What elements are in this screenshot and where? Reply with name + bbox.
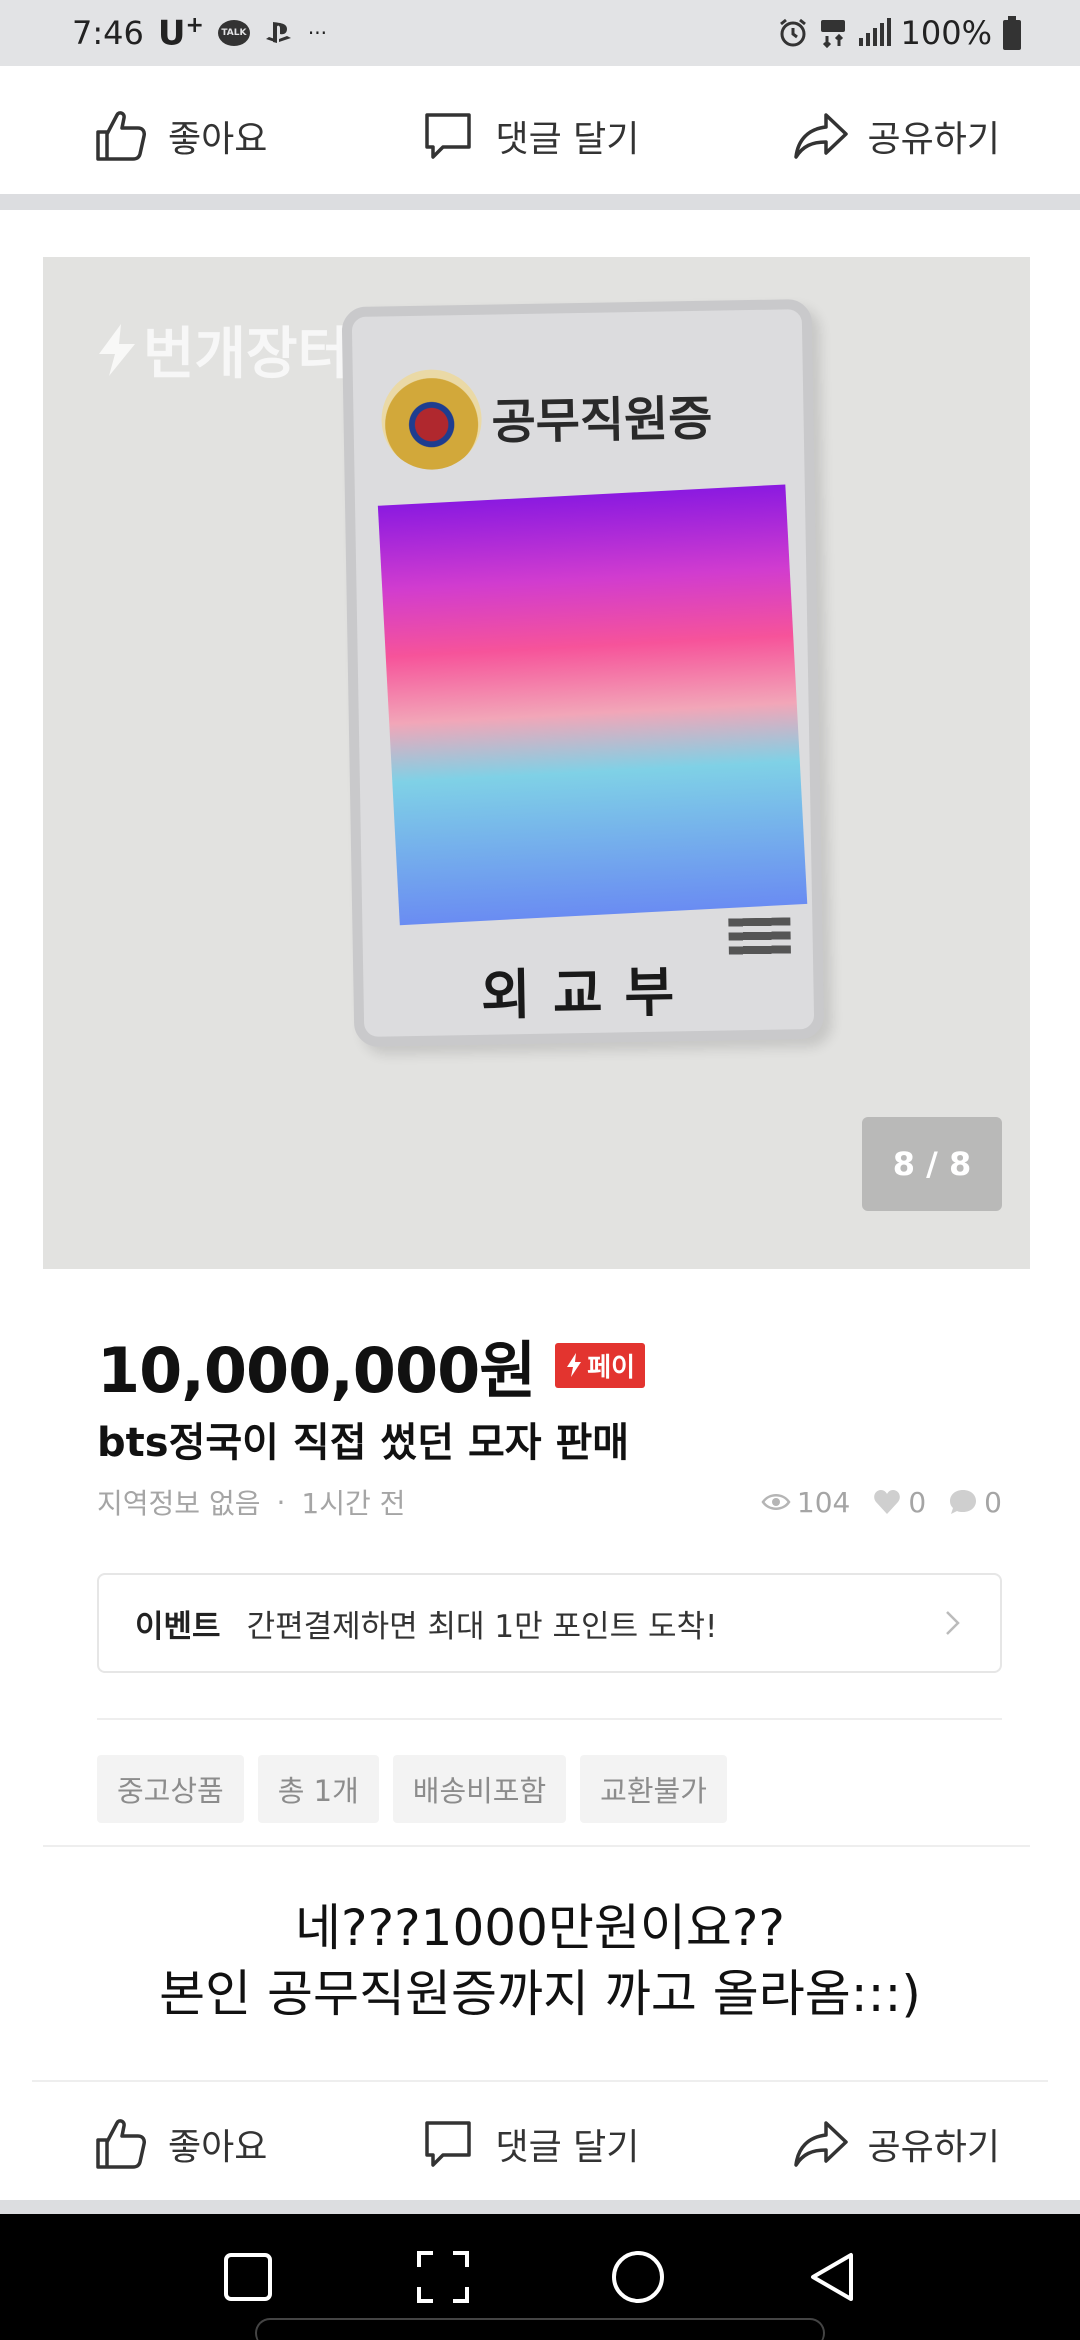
chevron-right-icon <box>946 1611 960 1635</box>
divider-line <box>43 1845 1030 1847</box>
chat-count: 0 <box>948 1486 1002 1519</box>
event-label: 이벤트 <box>135 1608 221 1645</box>
id-card-photo-censored <box>377 484 808 926</box>
signal-icon <box>857 18 891 48</box>
section-divider <box>0 194 1080 210</box>
share-button-bottom[interactable]: 공유하기 <box>792 2115 1000 2173</box>
event-text: 간편결제하면 최대 1만 포인트 도착! <box>246 1608 718 1645</box>
divider-line <box>97 1718 1002 1720</box>
alarm-icon <box>777 17 809 49</box>
battery-percent: 100% <box>900 14 992 52</box>
lte-icon <box>819 17 847 49</box>
comment-icon <box>425 2121 472 2167</box>
comment-button-top[interactable]: 댓글 달기 <box>419 107 639 165</box>
share-arrow-icon <box>793 113 848 159</box>
status-time: 7:46 <box>72 13 144 52</box>
event-banner[interactable]: 이벤트 간편결제하면 최대 1만 포인트 도착! <box>97 1573 1002 1673</box>
comment-label: 댓글 달기 <box>495 2127 640 2168</box>
tag-exchange: 교환불가 <box>580 1755 727 1823</box>
comment-label: 댓글 달기 <box>495 119 640 160</box>
comment-icon <box>425 113 472 159</box>
listing-title: bts정국이 직접 썼던 모자 판매 <box>97 1420 630 1466</box>
pay-lightning-icon <box>567 1353 582 1377</box>
tag-quantity: 총 1개 <box>257 1755 379 1823</box>
view-count-value: 104 <box>796 1485 851 1519</box>
status-right: 100% <box>777 14 1022 52</box>
like-button-top[interactable]: 좋아요 <box>92 107 267 165</box>
square-icon <box>223 2253 272 2301</box>
product-photo[interactable]: 번개장터 공무직원증 외교부 8 / 8 <box>43 257 1030 1269</box>
lightning-icon <box>99 323 135 376</box>
image-page-counter: 8 / 8 <box>862 1117 1002 1211</box>
view-count: 104 <box>761 1486 850 1519</box>
watermark-text: 번개장터 <box>143 322 350 387</box>
carrier-plus: + <box>185 12 204 38</box>
gesture-hint-bar <box>255 2318 825 2340</box>
carrier-logo: U+ <box>158 13 204 53</box>
status-left: 7:46 U+ TALK ··· <box>72 13 327 53</box>
tag-condition: 중고상품 <box>97 1755 244 1823</box>
meta-separator: · <box>276 1485 286 1519</box>
price: 10,000,000원 <box>97 1334 536 1407</box>
recent-apps-button[interactable] <box>213 2242 283 2312</box>
top-action-bar: 좋아요 댓글 달기 공유하기 <box>0 74 1080 198</box>
circle-icon <box>611 2251 664 2303</box>
chat-count-value: 0 <box>984 1485 1002 1519</box>
like-button-bottom[interactable]: 좋아요 <box>92 2115 267 2173</box>
thumbs-up-icon <box>96 111 146 161</box>
thumbs-up-icon <box>96 2119 146 2169</box>
back-triangle-icon <box>810 2253 853 2301</box>
carrier-name: U <box>157 13 186 54</box>
id-card-title: 공무직원증 <box>491 390 713 451</box>
caption-line-1: 네???1000만원이요?? <box>295 1899 785 1957</box>
battery-icon <box>1002 16 1022 50</box>
eye-icon <box>761 1494 791 1510</box>
share-button-top[interactable]: 공유하기 <box>792 107 1000 165</box>
heart-icon <box>874 1490 901 1514</box>
kakaotalk-icon: TALK <box>217 19 250 46</box>
more-notifications-icon: ··· <box>307 20 327 45</box>
bunjang-watermark: 번개장터 <box>95 309 349 390</box>
playstation-icon <box>264 20 294 46</box>
time-ago: 1시간 전 <box>301 1487 406 1520</box>
chat-bubble-icon <box>950 1490 977 1514</box>
listing-meta: 지역정보 없음 · 1시간 전 104 0 0 <box>97 1482 1002 1522</box>
like-label: 좋아요 <box>168 119 268 160</box>
price-row: 10,000,000원 페이 <box>97 1320 646 1410</box>
section-divider <box>0 2200 1080 2214</box>
like-label: 좋아요 <box>168 2127 268 2168</box>
id-card: 공무직원증 외교부 <box>341 298 825 1048</box>
location: 지역정보 없음 <box>97 1487 261 1520</box>
tag-shipping: 배송비포함 <box>392 1755 567 1823</box>
caption-line-2: 본인 공무직원증까지 까고 올라옴:::) <box>159 1965 921 2023</box>
comment-button-bottom[interactable]: 댓글 달기 <box>419 2115 639 2173</box>
pay-badge-label: 페이 <box>587 1352 636 1383</box>
bottom-action-bar: 좋아요 댓글 달기 공유하기 <box>0 2082 1080 2206</box>
pay-badge: 페이 <box>555 1342 646 1388</box>
government-emblem-icon <box>380 368 483 471</box>
share-label: 공유하기 <box>867 119 1000 160</box>
screenshot-button[interactable] <box>408 2242 478 2312</box>
post-caption: 네???1000만원이요?? 본인 공무직원증까지 까고 올라옴:::) <box>0 1895 1080 2027</box>
home-button[interactable] <box>603 2242 673 2312</box>
status-bar: 7:46 U+ TALK ··· 100% <box>0 0 1080 66</box>
share-arrow-icon <box>793 2121 848 2167</box>
like-count: 0 <box>872 1486 926 1519</box>
capture-frame-icon <box>416 2251 469 2303</box>
like-count-value: 0 <box>908 1485 927 1519</box>
share-label: 공유하기 <box>867 2127 1000 2168</box>
back-button[interactable] <box>798 2242 868 2312</box>
tag-list: 중고상품 총 1개 배송비포함 교환불가 <box>97 1755 727 1823</box>
id-card-department: 외교부 <box>480 960 697 1027</box>
